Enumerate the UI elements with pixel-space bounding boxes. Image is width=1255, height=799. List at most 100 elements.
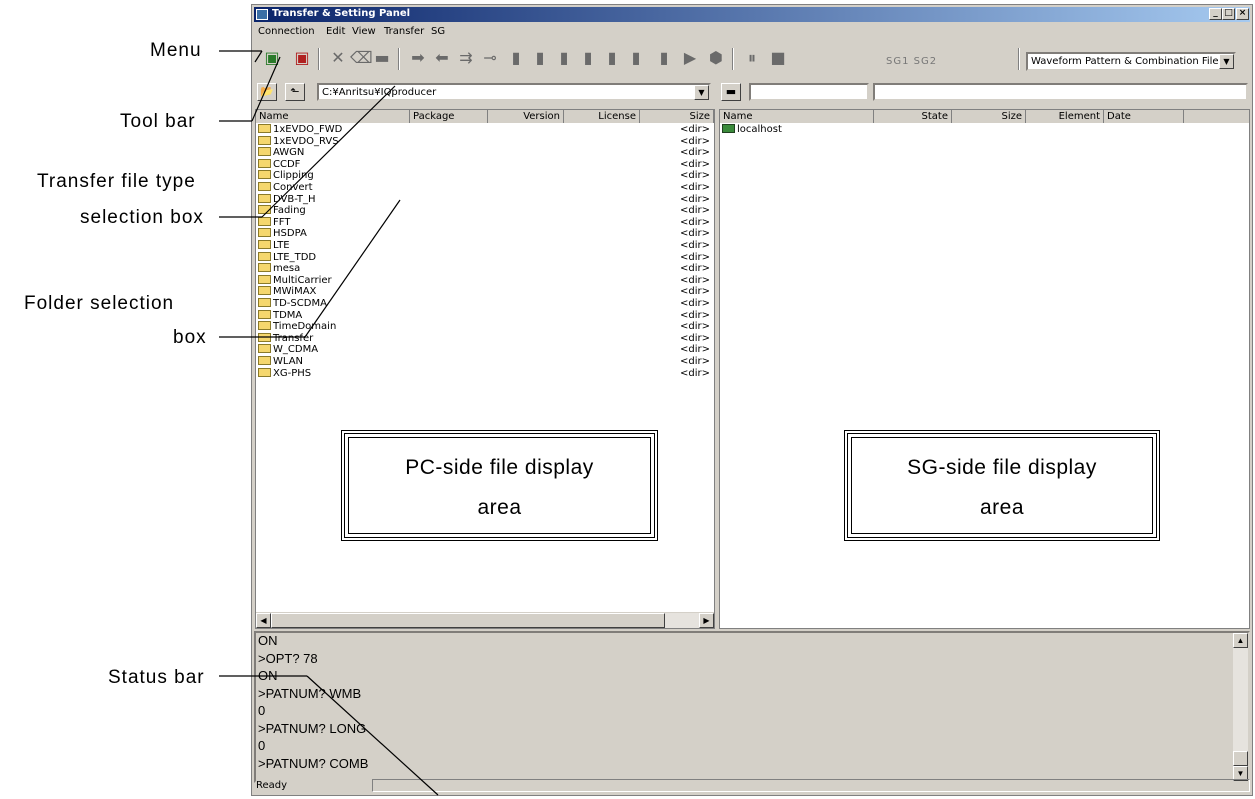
list-item[interactable]: 1xEVDO_FWD xyxy=(258,124,342,135)
delete-icon[interactable]: ✕ xyxy=(328,48,348,68)
transfer-both-icon[interactable]: ⇉ xyxy=(456,48,476,68)
menu-transfer[interactable]: Transfer xyxy=(384,26,424,37)
load-fa-icon[interactable]: ▮ xyxy=(602,48,622,68)
pc-file-pane: 📂 ⬑ C:¥Anritsu¥IQproducer ▼ Name Package… xyxy=(255,79,715,629)
sg-path-box-2[interactable] xyxy=(873,83,1248,101)
folder-name: WLAN xyxy=(273,356,304,367)
console-line: >PATNUM? COMB xyxy=(258,755,369,771)
list-item[interactable]: localhost xyxy=(722,124,782,135)
list-item[interactable]: 1xEVDO_RVS xyxy=(258,135,339,147)
pause-icon[interactable]: ⏸ xyxy=(742,48,762,68)
list-item[interactable]: FFT xyxy=(258,216,290,228)
minimize-button[interactable]: _ xyxy=(1209,8,1222,20)
sg-indicator: SG1 SG2 xyxy=(886,56,938,67)
list-item[interactable]: LTE xyxy=(258,240,290,251)
folder-size: <dir> xyxy=(680,321,710,333)
sg-side-callout: SG-side file display area xyxy=(844,430,1160,541)
maximize-button[interactable]: □ xyxy=(1222,8,1235,20)
list-item[interactable]: LTE_TDD xyxy=(258,251,316,263)
rename-icon[interactable]: ⌫ xyxy=(350,48,373,68)
menu-edit[interactable]: Edit xyxy=(326,26,345,37)
list-item[interactable]: WLAN xyxy=(258,356,303,367)
load-b-icon[interactable]: ▮ xyxy=(578,48,598,68)
menu-sg[interactable]: SG xyxy=(431,26,445,37)
folder-size: <dir> xyxy=(680,332,710,344)
vertical-scrollbar[interactable]: ▲ ▼ xyxy=(1233,633,1248,781)
list-item[interactable]: CCDF xyxy=(258,158,300,170)
scroll-left-icon[interactable]: ◀ xyxy=(256,613,271,628)
column-size[interactable]: Size xyxy=(640,110,714,123)
list-item[interactable]: TDMA xyxy=(258,309,302,321)
folder-icon xyxy=(258,298,271,307)
folder-name: LTE xyxy=(273,240,290,251)
load-c-icon[interactable]: ▮ xyxy=(506,48,526,68)
folder-size: <dir> xyxy=(680,356,710,367)
load-fb-icon[interactable]: ▮ xyxy=(626,48,646,68)
column-license[interactable]: License xyxy=(564,110,640,123)
folder-icon xyxy=(258,228,271,238)
status-bar-annotation: Status bar xyxy=(108,667,205,688)
load-a-icon[interactable]: ▮ xyxy=(554,48,574,68)
column-name[interactable]: Name xyxy=(720,110,874,123)
menu-view[interactable]: View xyxy=(352,26,376,37)
list-item[interactable]: Convert xyxy=(258,182,313,193)
play-icon[interactable]: ▶ xyxy=(680,48,700,68)
tool-bar-annotation: Tool bar xyxy=(120,111,196,132)
list-item[interactable]: MultiCarrier xyxy=(258,274,332,286)
scroll-right-icon[interactable]: ▶ xyxy=(699,613,714,628)
list-item[interactable]: mesa xyxy=(258,263,300,274)
sg-folder-icon[interactable]: ▬ xyxy=(721,83,741,101)
list-item[interactable]: Fading xyxy=(258,205,306,216)
chevron-down-icon[interactable]: ▼ xyxy=(1219,54,1234,69)
folder-icon xyxy=(258,182,271,191)
list-item[interactable]: AWGN xyxy=(258,147,304,158)
column-version[interactable]: Version xyxy=(488,110,564,123)
list-item[interactable]: Transfer xyxy=(258,332,313,344)
key-icon[interactable]: ⊸ xyxy=(480,48,500,68)
load-fc-icon[interactable]: ▮ xyxy=(530,48,550,68)
horizontal-scrollbar[interactable]: ◀ ▶ xyxy=(256,612,714,628)
list-item[interactable]: MWiMAX xyxy=(258,286,316,297)
folder-name: DVB-T_H xyxy=(273,193,316,205)
load-all-icon[interactable]: ▮ xyxy=(654,48,674,68)
column-name[interactable]: Name xyxy=(256,110,410,123)
list-item[interactable]: W_CDMA xyxy=(258,344,318,355)
transfer-right-icon[interactable]: ➡ xyxy=(408,48,428,68)
transfer-setting-window: Transfer & Setting Panel _ □ × Connectio… xyxy=(251,4,1253,796)
transfer-file-type-select[interactable]: Waveform Pattern & Combination File ▼ xyxy=(1026,52,1236,71)
list-item[interactable]: TD-SCDMA xyxy=(258,298,327,309)
folder-icon[interactable]: ▬ xyxy=(372,48,392,68)
scroll-up-icon[interactable]: ▲ xyxy=(1233,633,1248,648)
list-item[interactable]: DVB-T_H xyxy=(258,193,316,205)
column-package[interactable]: Package xyxy=(410,110,488,123)
scroll-thumb[interactable] xyxy=(1233,751,1248,766)
column-state[interactable]: State xyxy=(874,110,952,123)
list-item[interactable]: HSDPA xyxy=(258,228,307,239)
folder-name: TimeDomain xyxy=(273,321,337,333)
menu-annotation: Menu xyxy=(150,40,202,61)
chevron-down-icon[interactable]: ▼ xyxy=(694,85,709,100)
transfer-left-icon[interactable]: ⬅ xyxy=(432,48,452,68)
close-button[interactable]: × xyxy=(1236,8,1249,20)
disconnect-icon[interactable]: ▣ xyxy=(292,48,312,68)
list-item[interactable]: TimeDomain xyxy=(258,321,336,332)
open-folder-icon[interactable]: 📂 xyxy=(257,83,277,101)
sg-path-box[interactable] xyxy=(749,83,869,101)
menu-connection[interactable]: Connection xyxy=(258,26,315,37)
up-folder-icon[interactable]: ⬑ xyxy=(285,83,305,101)
list-item[interactable]: XG-PHS xyxy=(258,367,311,379)
column-date[interactable]: Date xyxy=(1104,110,1184,123)
tool-bar: ▣ ▣ ✕ ⌫ ▬ ➡ ⬅ ⇉ ⊸ ▮ ▮ ▮ ▮ ▮ ▮ ▮ ▶ ⬢ ⏸ ■ … xyxy=(254,42,1250,76)
stop-icon[interactable]: ■ xyxy=(768,48,788,68)
column-element[interactable]: Element xyxy=(1026,110,1104,123)
folder-size: <dir> xyxy=(680,274,710,286)
folder-selection-box[interactable]: C:¥Anritsu¥IQproducer ▼ xyxy=(317,83,711,101)
column-size[interactable]: Size xyxy=(952,110,1026,123)
list-item[interactable]: Clipping xyxy=(258,170,314,181)
folder-icon xyxy=(258,147,271,157)
settings-icon[interactable]: ⬢ xyxy=(706,48,726,68)
folder-size: <dir> xyxy=(680,182,710,193)
connect-icon[interactable]: ▣ xyxy=(262,48,282,68)
folder-icon xyxy=(258,356,271,365)
scroll-thumb[interactable] xyxy=(271,613,665,628)
